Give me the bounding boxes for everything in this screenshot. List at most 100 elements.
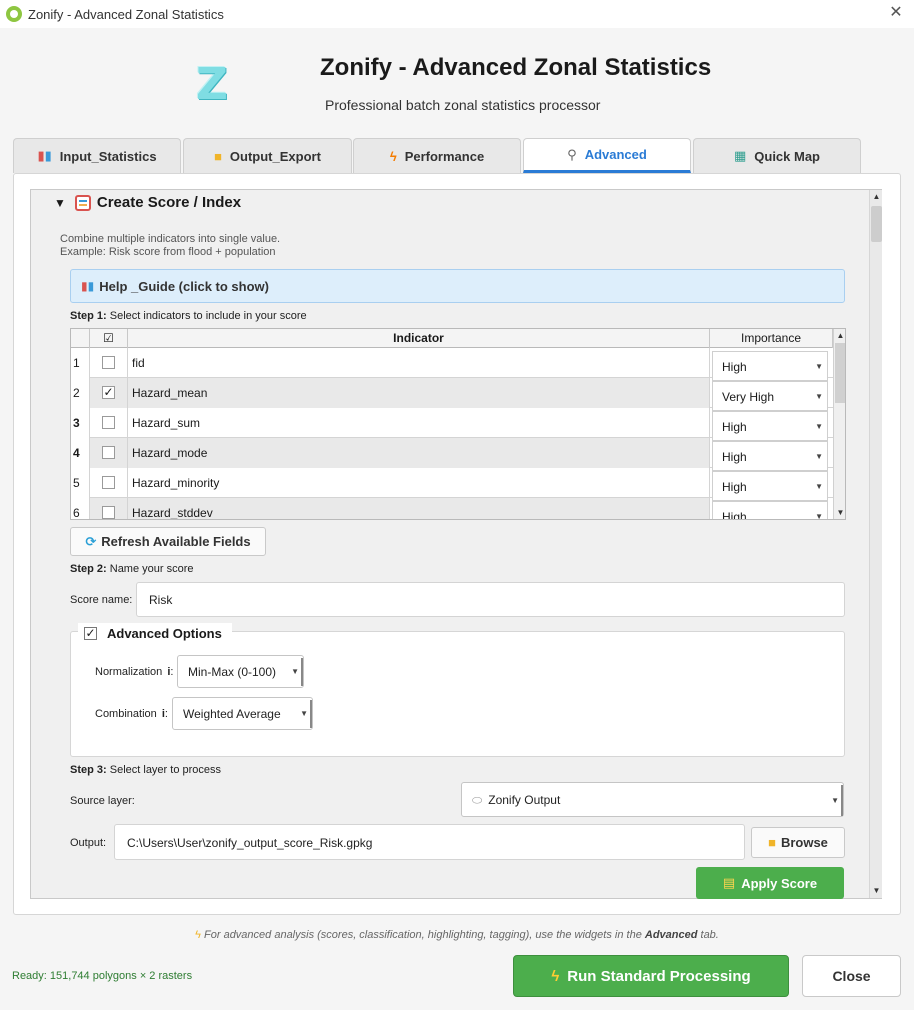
scroll-up-icon[interactable]: ▲ xyxy=(870,190,883,204)
importance-value: Very High xyxy=(722,390,775,404)
table-row: 1 fid High ▼ xyxy=(71,348,833,381)
scroll-thumb[interactable] xyxy=(871,206,882,242)
indicators-table: ☑ Indicator Importance 1 fid High ▼ 2 ✓ H… xyxy=(70,328,846,520)
importance-dropdown[interactable]: High ▼ xyxy=(712,471,828,501)
checkbox-cell xyxy=(90,438,128,468)
chart-icon: ▮▮ xyxy=(37,148,52,163)
window-close-icon[interactable]: ✕ xyxy=(886,3,906,23)
map-icon: ▦ xyxy=(733,148,747,163)
indicator-checkbox[interactable]: ✓ xyxy=(102,386,115,399)
tab-input-statistics[interactable]: ▮▮ Input_Statistics xyxy=(13,138,181,173)
label-text: Normalization xyxy=(95,666,163,678)
tab-quick-map[interactable]: ▦ Quick Map xyxy=(693,138,861,173)
advanced-options-checkbox[interactable]: ✓ xyxy=(84,626,97,640)
browse-button[interactable]: ■ Browse xyxy=(751,827,845,858)
indicator-name: Hazard_sum xyxy=(128,408,710,438)
app-title: Zonify - Advanced Zonal Statistics xyxy=(320,54,712,81)
indicator-name: Hazard_stddev xyxy=(128,498,710,519)
dropdown-edge xyxy=(301,658,303,686)
row-number: 5 xyxy=(71,468,90,498)
tab-label: Quick Map xyxy=(754,148,821,164)
row-number: 1 xyxy=(71,348,90,378)
indicator-checkbox[interactable] xyxy=(102,446,115,459)
step-text: Select layer to process xyxy=(106,764,222,776)
score-name-input[interactable]: Risk xyxy=(136,582,845,617)
close-button[interactable]: Close xyxy=(802,955,901,997)
section-title: Create Score / Index xyxy=(96,194,242,211)
abacus-icon xyxy=(74,194,91,211)
importance-dropdown[interactable]: High ▼ xyxy=(712,351,828,381)
lightbulb-icon: ϟ xyxy=(195,929,201,941)
table-scrollbar[interactable]: ▲ ▼ xyxy=(833,329,845,519)
run-standard-processing-button[interactable]: ϟ Run Standard Processing xyxy=(513,955,789,997)
scroll-up-icon[interactable]: ▲ xyxy=(834,329,845,342)
refresh-fields-button[interactable]: ⟳ Refresh Available Fields xyxy=(70,527,266,556)
importance-dropdown[interactable]: Very High ▼ xyxy=(712,381,828,411)
button-label: Browse xyxy=(780,835,828,850)
app-subtitle: Professional batch zonal statistics proc… xyxy=(325,97,601,113)
collapse-arrow-icon[interactable]: ▼ xyxy=(54,196,66,210)
create-score-header[interactable]: ▼ Create Score / Index xyxy=(54,194,241,211)
source-layer-dropdown[interactable]: ⬭ Zonify Output ▼ xyxy=(461,782,844,817)
microscope-icon: ⚲ xyxy=(567,146,577,162)
source-layer-label: Source layer: xyxy=(70,795,135,807)
row-number: 4 xyxy=(71,438,90,468)
table-row: 5 Hazard_minority High ▼ xyxy=(71,468,833,501)
scroll-thumb[interactable] xyxy=(835,343,845,403)
scroll-down-icon[interactable]: ▼ xyxy=(834,506,845,519)
importance-dropdown[interactable]: High ▼ xyxy=(712,441,828,471)
tip-text: tab. xyxy=(697,929,719,941)
footer-tip: ϟ For advanced analysis (scores, classif… xyxy=(0,929,914,941)
step-number: Step 3: xyxy=(70,764,107,776)
output-path-input[interactable]: C:\Users\User\zonify_output_score_Risk.g… xyxy=(114,824,745,860)
dropdown-arrow-icon: ▼ xyxy=(300,709,308,718)
checkbox-cell xyxy=(90,408,128,438)
importance-dropdown[interactable]: High ▼ xyxy=(712,501,828,520)
row-number: 2 xyxy=(71,378,90,408)
select-all-checkbox-header[interactable]: ☑ xyxy=(90,329,128,348)
combination-label: Combination i: xyxy=(95,708,168,720)
dropdown-edge xyxy=(310,700,312,728)
table-row: 4 Hazard_mode High ▼ xyxy=(71,438,833,471)
help-guide-toggle[interactable]: ▮▮ Help _Guide (click to show) xyxy=(70,269,845,303)
checkbox-cell: ✓ xyxy=(90,378,128,408)
importance-value: High xyxy=(722,450,747,464)
section-description: Combine multiple indicators into single … xyxy=(60,233,280,259)
help-guide-label: Help _Guide (click to show) xyxy=(99,278,269,294)
button-label: Refresh Available Fields xyxy=(101,534,251,549)
table-row: 3 Hazard_sum High ▼ xyxy=(71,408,833,441)
importance-value: High xyxy=(722,510,747,520)
info-icon[interactable]: i xyxy=(162,708,165,720)
tab-output-export[interactable]: ■ Output_Export xyxy=(183,138,352,173)
checkbox-cell xyxy=(90,468,128,498)
importance-column-header[interactable]: Importance xyxy=(710,329,833,348)
combination-dropdown[interactable]: Weighted Average ▼ xyxy=(172,697,313,730)
indicator-checkbox[interactable] xyxy=(102,506,115,519)
lightning-icon: ϟ xyxy=(389,148,397,164)
tab-label: Input_Statistics xyxy=(59,148,157,164)
importance-value: High xyxy=(722,360,747,374)
tab-advanced[interactable]: ⚲ Advanced xyxy=(523,138,691,173)
folder-icon: ■ xyxy=(214,148,222,164)
indicator-checkbox[interactable] xyxy=(102,476,115,489)
dropdown-edge xyxy=(841,785,843,816)
tab-label: Advanced xyxy=(584,147,647,162)
importance-dropdown[interactable]: High ▼ xyxy=(712,411,828,441)
indicator-checkbox[interactable] xyxy=(102,416,115,429)
folder-icon: ■ xyxy=(768,835,776,850)
indicator-column-header[interactable]: Indicator xyxy=(128,329,710,348)
tab-performance[interactable]: ϟ Performance xyxy=(353,138,521,173)
indicator-name: Hazard_minority xyxy=(128,468,710,498)
scroll-down-icon[interactable]: ▼ xyxy=(870,884,883,898)
panel-scrollbar[interactable]: ▲ ▼ xyxy=(869,190,882,898)
importance-value: High xyxy=(722,420,747,434)
apply-score-button[interactable]: ▤ Apply Score xyxy=(696,867,844,899)
info-icon[interactable]: i xyxy=(167,666,170,678)
normalization-dropdown[interactable]: Min-Max (0-100) ▼ xyxy=(177,655,304,688)
indicator-checkbox[interactable] xyxy=(102,356,115,369)
step-text: Select indicators to include in your sco… xyxy=(106,310,307,322)
layer-polygon-icon: ⬭ xyxy=(472,793,483,807)
advanced-options-toggle[interactable]: ✓ Advanced Options xyxy=(78,623,232,643)
table-header: ☑ Indicator Importance xyxy=(71,329,833,348)
qgis-icon xyxy=(6,6,22,22)
